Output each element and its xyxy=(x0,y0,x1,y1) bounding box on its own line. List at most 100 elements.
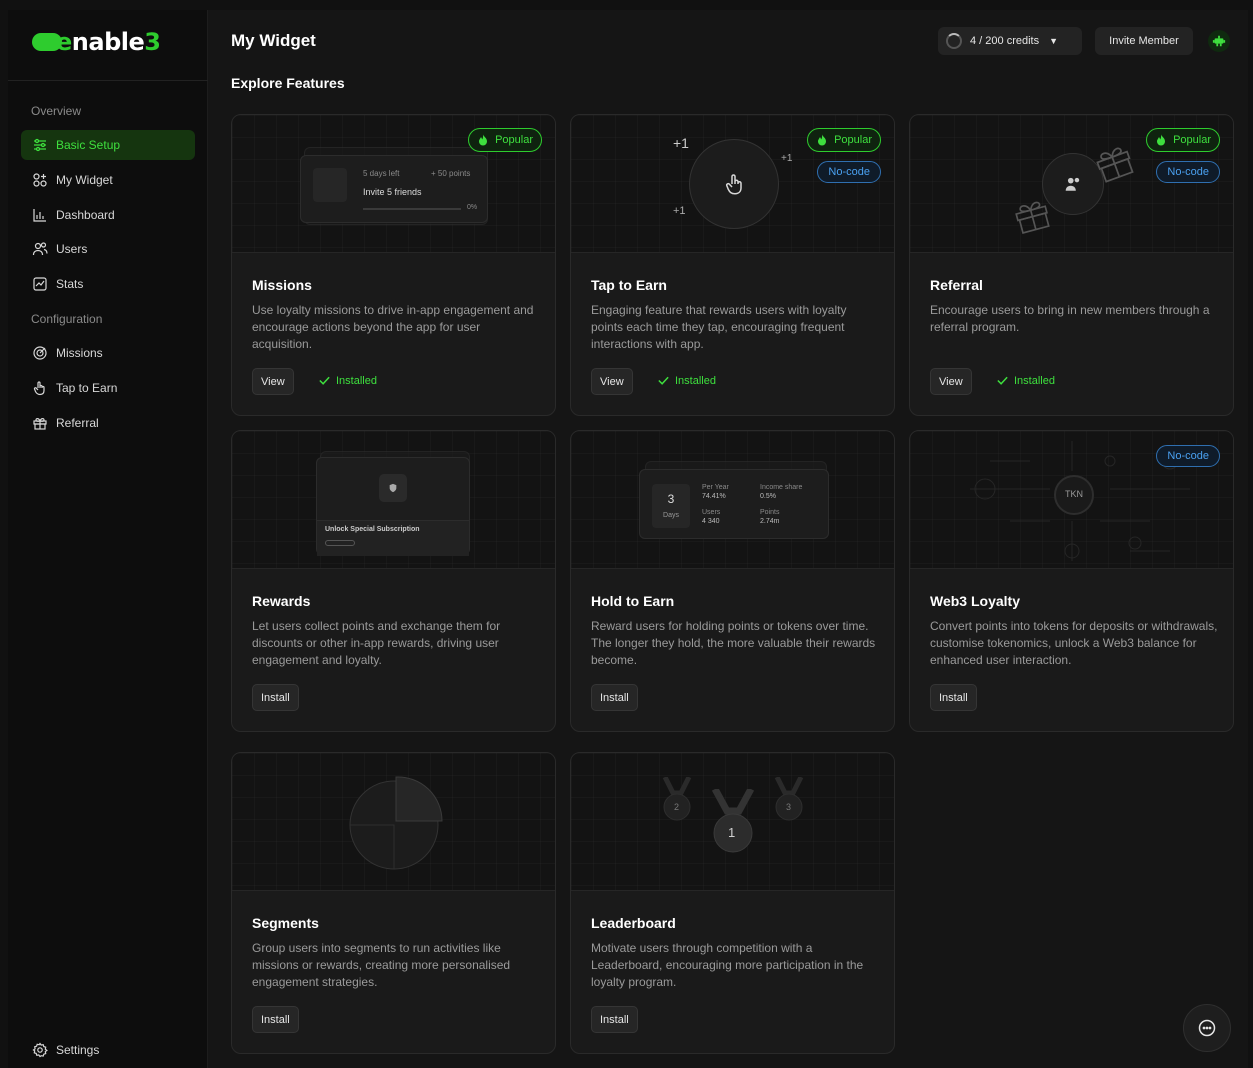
sidebar-item-settings[interactable]: Settings xyxy=(21,1035,195,1065)
card-hero: Unlock Special Subscription xyxy=(232,431,555,569)
gear-icon xyxy=(32,1042,48,1058)
card-description: Encourage users to bring in new members … xyxy=(930,303,1210,334)
sidebar-item-basic-setup[interactable]: Basic Setup xyxy=(21,130,195,160)
token-coin: TKN xyxy=(1054,475,1094,515)
card-title: Missions xyxy=(252,277,312,293)
view-button[interactable]: View xyxy=(930,368,972,395)
section-title: Explore Features xyxy=(231,75,345,91)
card-hero xyxy=(232,753,555,891)
sidebar-item-dashboard[interactable]: Dashboard xyxy=(21,200,195,230)
install-button[interactable]: Install xyxy=(591,684,638,711)
card-description: Motivate users through competition with … xyxy=(591,941,864,989)
sidebar-item-referral[interactable]: Referral xyxy=(21,408,195,438)
feature-card-hold-to-earn: 3 Days Per Year 74.41% Income share 0.5%… xyxy=(570,430,895,732)
logo-divider xyxy=(8,80,208,81)
popular-badge: Popular xyxy=(468,128,542,152)
flame-icon xyxy=(1157,134,1166,146)
sidebar-item-label: Missions xyxy=(56,346,103,360)
plus-one-label: +1 xyxy=(781,153,793,164)
sidebar-item-label: Settings xyxy=(56,1043,100,1057)
reward-tag xyxy=(325,540,355,546)
sliders-icon xyxy=(34,138,46,152)
plus-one-label: +1 xyxy=(673,135,689,151)
section-overview: Overview xyxy=(31,104,82,118)
feature-card-referral: Popular No-code Referral Encourage users… xyxy=(909,114,1234,416)
widget-icon xyxy=(33,173,47,187)
brand-logo[interactable]: enable3 xyxy=(32,28,161,56)
card-hero: 3 Days Per Year 74.41% Income share 0.5%… xyxy=(571,431,894,569)
chat-icon xyxy=(1198,1019,1216,1037)
install-button[interactable]: Install xyxy=(930,684,977,711)
card-description: Convert points into tokens for deposits … xyxy=(930,619,1218,667)
card-title: Hold to Earn xyxy=(591,593,675,609)
card-description: Engaging feature that rewards users with… xyxy=(591,303,847,351)
mission-mock: 5 days left + 50 points Invite 5 friends… xyxy=(300,155,488,223)
feature-card-rewards: Unlock Special Subscription Rewards Let … xyxy=(231,430,556,732)
gift-icon xyxy=(1015,201,1050,234)
flame-icon xyxy=(818,134,827,146)
second-place: 2 xyxy=(674,802,680,812)
mission-days: 5 days left xyxy=(363,169,400,178)
progress-ring-icon xyxy=(946,33,962,49)
install-button[interactable]: Install xyxy=(252,1006,299,1033)
hold-mock: 3 Days Per Year 74.41% Income share 0.5%… xyxy=(639,469,829,539)
card-title: Rewards xyxy=(252,593,311,609)
popular-badge: Popular xyxy=(807,128,881,152)
nocode-badge: No-code xyxy=(1156,445,1220,467)
users-icon xyxy=(1065,177,1080,191)
sidebar-item-stats[interactable]: Stats xyxy=(21,269,195,299)
feature-card-tap-to-earn: +1 +1 +1 Popular No-code Tap to Earn Eng… xyxy=(570,114,895,416)
installed-status: Installed xyxy=(996,374,1055,387)
nocode-badge: No-code xyxy=(1156,161,1220,183)
card-hero: +1 +1 +1 Popular No-code xyxy=(571,115,894,253)
check-icon xyxy=(997,376,1008,385)
first-place: 1 xyxy=(728,825,736,840)
gift-icon xyxy=(33,418,47,430)
plus-one-label: +1 xyxy=(673,205,686,217)
medal-icon xyxy=(774,777,804,821)
install-button[interactable]: Install xyxy=(591,1006,638,1033)
card-title: Referral xyxy=(930,277,983,293)
install-button[interactable]: Install xyxy=(252,684,299,711)
sidebar-item-users[interactable]: Users xyxy=(21,234,195,264)
card-description: Group users into segments to run activit… xyxy=(252,941,511,989)
chart-icon xyxy=(33,209,46,222)
avatar[interactable] xyxy=(1208,30,1230,52)
feature-card-segments: Segments Group users into segments to ru… xyxy=(231,752,556,1054)
installed-status: Installed xyxy=(318,374,377,387)
sidebar-item-label: Referral xyxy=(56,416,99,430)
mission-points: + 50 points xyxy=(431,169,471,178)
reward-mock: Unlock Special Subscription xyxy=(316,457,470,556)
reward-unlock-label: Unlock Special Subscription xyxy=(325,526,420,533)
popular-badge: Popular xyxy=(1146,128,1220,152)
check-icon xyxy=(658,376,669,385)
sidebar-item-label: Dashboard xyxy=(56,208,115,222)
card-title: Segments xyxy=(252,915,319,931)
pie-segments-icon xyxy=(349,776,443,870)
sidebar-item-my-widget[interactable]: My Widget xyxy=(21,165,195,195)
caret-down-icon: ▼ xyxy=(1049,36,1059,46)
view-button[interactable]: View xyxy=(252,368,294,395)
chat-button[interactable] xyxy=(1183,1004,1231,1052)
tap-circle[interactable] xyxy=(689,139,779,229)
card-description: Reward users for holding points or token… xyxy=(591,619,876,667)
credits-dropdown[interactable]: 4 / 200 credits ▼ xyxy=(938,27,1082,55)
sidebar-item-tap-to-earn[interactable]: Tap to Earn xyxy=(21,373,195,403)
card-hero: TKN No-code xyxy=(910,431,1233,569)
view-button[interactable]: View xyxy=(591,368,633,395)
sidebar-item-label: Stats xyxy=(56,277,84,291)
mission-pct: 0% xyxy=(467,204,478,211)
feature-card-web3-loyalty: TKN No-code Web3 Loyalty Convert points … xyxy=(909,430,1234,732)
card-title: Leaderboard xyxy=(591,915,676,931)
sidebar-item-missions[interactable]: Missions xyxy=(21,338,195,368)
feature-card-missions: 5 days left + 50 points Invite 5 friends… xyxy=(231,114,556,416)
nocode-badge: No-code xyxy=(817,161,881,183)
invite-member-button[interactable]: Invite Member xyxy=(1095,27,1193,55)
card-hero: 5 days left + 50 points Invite 5 friends… xyxy=(232,115,555,253)
tap-icon xyxy=(33,381,45,396)
third-place: 3 xyxy=(786,802,792,812)
logo-wordmark: enable3 xyxy=(56,28,161,56)
hold-days-box: 3 Days xyxy=(652,484,690,528)
card-hero: Popular No-code xyxy=(910,115,1233,253)
check-icon xyxy=(319,376,330,385)
